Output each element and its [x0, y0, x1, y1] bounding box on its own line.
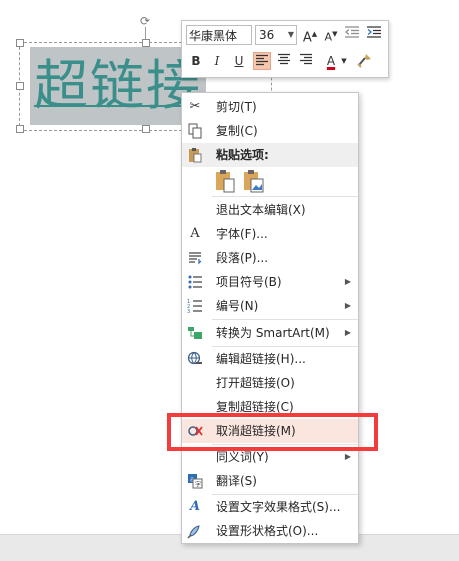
font-name-value: 华康黑体 [189, 29, 238, 43]
font-color-icon: A [326, 54, 336, 68]
resize-handle-tl[interactable] [16, 39, 24, 47]
increase-indent-button[interactable] [365, 25, 383, 43]
translate-icon: a字 [187, 473, 203, 489]
paragraph-icon [187, 250, 203, 266]
submenu-arrow-icon: ▶ [344, 328, 351, 337]
svg-text:3: 3 [187, 309, 190, 314]
menu-label-font: 字体(F)... [216, 227, 268, 241]
align-right-icon [300, 53, 312, 65]
menu-label-paragraph: 段落(P)... [216, 251, 269, 265]
menu-separator [212, 196, 358, 197]
menu-item-font[interactable]: A 字体(F)... [182, 222, 358, 246]
menu-item-cut[interactable]: ✂ 剪切(T) [182, 95, 358, 119]
menu-item-numbering[interactable]: 123 编号(N) ▶ [182, 294, 358, 318]
align-center-button[interactable] [275, 52, 293, 70]
copy-icon [187, 123, 203, 139]
resize-handle-bl[interactable] [16, 125, 24, 133]
menu-label-edit-link: 编辑超链接(H)... [216, 352, 306, 366]
menu-label-exit-edit: 退出文本编辑(X) [216, 203, 306, 217]
numbering-icon: 123 [187, 298, 203, 315]
resize-handle-top[interactable] [142, 39, 150, 47]
mini-toolbar: 华康黑体 36 ▼ A▲ A▼ B I U A ▼ [181, 20, 389, 78]
font-color-button[interactable]: A [322, 52, 340, 70]
scissors-icon: ✂ [189, 99, 201, 114]
menu-item-copy[interactable]: 复制(C) [182, 119, 358, 143]
shrink-font-icon: A [324, 30, 333, 44]
menu-header-paste-options: 粘贴选项: [182, 143, 358, 167]
text-effects-icon: A [189, 499, 201, 514]
shape-format-icon [187, 523, 203, 539]
menu-label-paste-options: 粘贴选项: [216, 148, 269, 162]
menu-label-shape-format: 设置形状格式(O)... [216, 524, 319, 538]
menu-item-text-effects[interactable]: A 设置文字效果格式(S)... [182, 495, 358, 519]
align-center-icon [278, 53, 290, 65]
format-painter-button[interactable] [354, 52, 376, 70]
clipboard-icon [187, 147, 203, 163]
shrink-font-button[interactable]: A▼ [322, 25, 340, 44]
menu-item-shape-format[interactable]: 设置形状格式(O)... [182, 519, 358, 543]
menu-label-text-effects: 设置文字效果格式(S)... [216, 500, 341, 514]
align-right-button[interactable] [297, 52, 315, 70]
menu-label-copy: 复制(C) [216, 124, 258, 138]
format-painter-icon [357, 54, 371, 68]
italic-button[interactable]: I [208, 52, 226, 70]
menu-label-cut: 剪切(T) [216, 100, 257, 114]
decrease-indent-icon [345, 26, 359, 38]
bold-button[interactable]: B [187, 52, 205, 70]
menu-item-smartart[interactable]: 转换为 SmartArt(M) ▶ [182, 321, 358, 345]
chevron-down-icon: ▼ [287, 30, 294, 39]
align-left-button[interactable] [253, 52, 271, 70]
menu-label-translate: 翻译(S) [216, 474, 257, 488]
grow-font-button[interactable]: A▲ [301, 25, 319, 46]
menu-item-bullets[interactable]: 项目符号(B) ▶ [182, 270, 358, 294]
rotate-icon[interactable]: ⟳ [139, 15, 151, 27]
decrease-indent-button[interactable] [343, 25, 361, 43]
globe-link-icon [187, 351, 203, 367]
menu-item-translate[interactable]: a字 翻译(S) [182, 469, 358, 493]
resize-handle-bottom[interactable] [142, 125, 150, 133]
menu-label-bullets: 项目符号(B) [216, 275, 282, 289]
menu-label-numbering: 编号(N) [216, 299, 259, 313]
bullets-icon [187, 274, 203, 290]
menu-item-paragraph[interactable]: 段落(P)... [182, 246, 358, 270]
font-name-select[interactable]: 华康黑体 [186, 25, 252, 45]
smartart-icon [187, 325, 203, 341]
font-size-value: 36 [259, 28, 275, 42]
font-icon: A [190, 226, 200, 241]
menu-label-open-link: 打开超链接(O) [216, 376, 295, 390]
underline-button[interactable]: U [230, 52, 248, 70]
annotation-highlight-box [167, 413, 378, 451]
menu-item-edit-link[interactable]: 编辑超链接(H)... [182, 347, 358, 371]
paste-options-row [182, 165, 358, 195]
font-size-select[interactable]: 36 ▼ [255, 25, 297, 45]
menu-item-exit-edit[interactable]: 退出文本编辑(X) [182, 198, 358, 222]
menu-label-smartart: 转换为 SmartArt(M) [216, 326, 330, 340]
menu-item-open-link[interactable]: 打开超链接(O) [182, 371, 358, 395]
menu-separator [212, 319, 358, 320]
grow-font-icon: A [302, 30, 312, 46]
align-left-icon [256, 54, 268, 66]
increase-indent-icon [367, 26, 381, 38]
font-color-dropdown[interactable]: ▼ [340, 52, 348, 70]
paste-keep-format-icon[interactable] [214, 169, 236, 193]
svg-text:字: 字 [195, 481, 201, 489]
resize-handle-left[interactable] [16, 82, 24, 90]
context-menu: ✂ 剪切(T) 复制(C) 粘贴选项: 退出文本编辑(X) A 字体(F)...… [181, 92, 359, 544]
paste-picture-icon[interactable] [242, 169, 264, 193]
submenu-arrow-icon: ▶ [344, 301, 351, 310]
submenu-arrow-icon: ▶ [344, 277, 351, 286]
hyperlink-text[interactable]: 超链接 [30, 47, 206, 125]
